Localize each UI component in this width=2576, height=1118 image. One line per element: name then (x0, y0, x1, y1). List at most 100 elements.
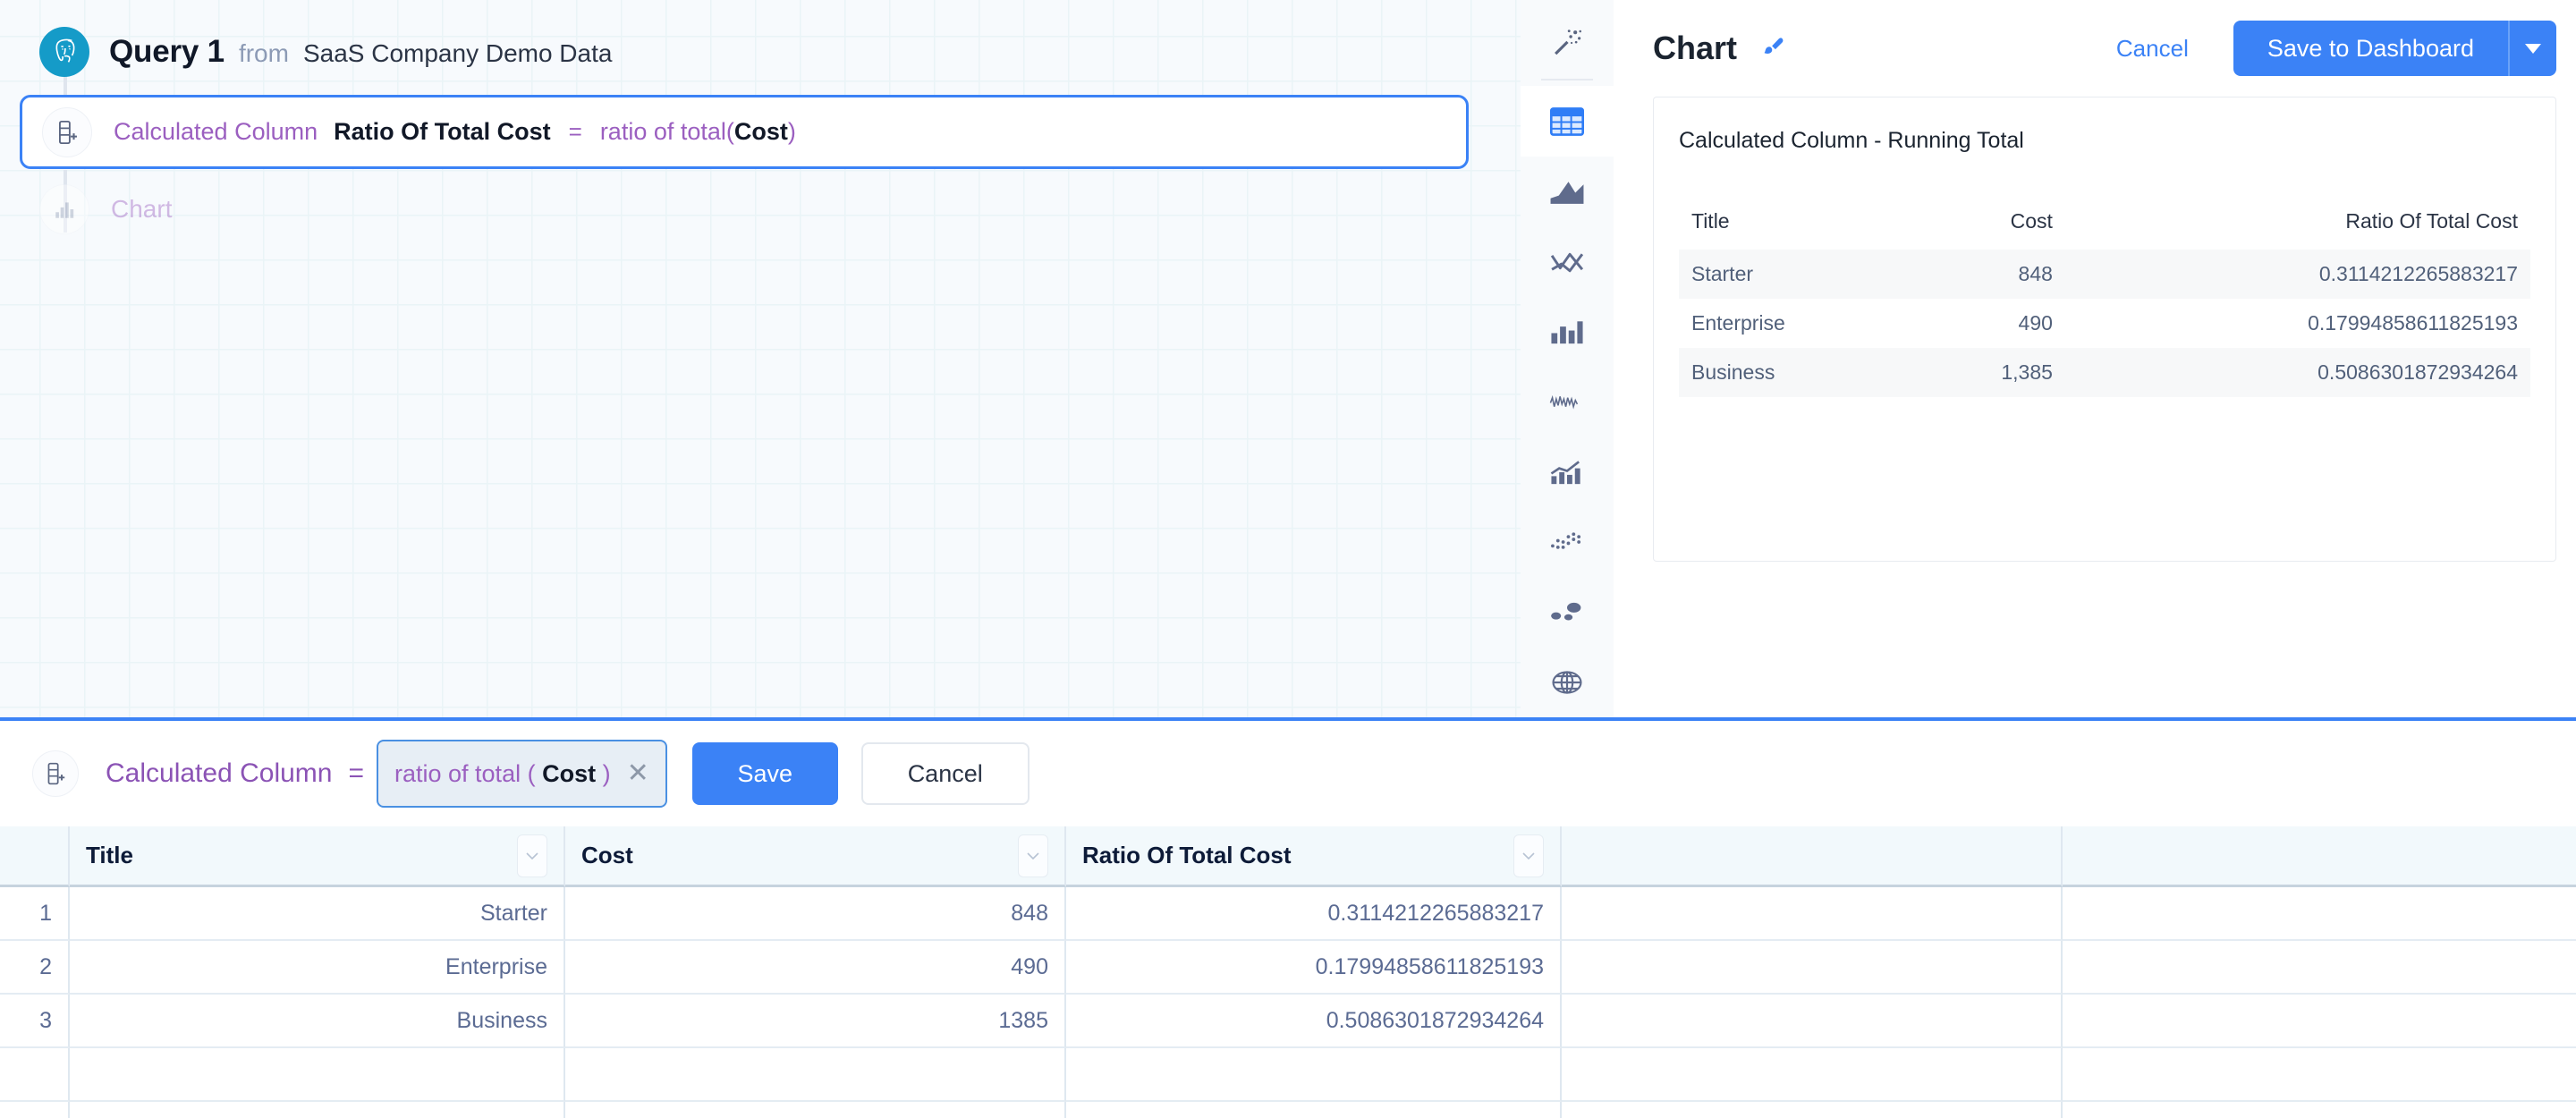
chart-card-title: Calculated Column - Running Total (1679, 128, 2024, 153)
save-button[interactable]: Save (691, 742, 838, 805)
chart-panel-header: Chart Cancel Save to Dashboard (1614, 0, 2576, 97)
close-icon[interactable]: ✕ (627, 760, 649, 787)
cc-formula-suffix: ) (787, 118, 796, 145)
viz-line-chart-icon[interactable] (1521, 226, 1614, 296)
column-header-title[interactable]: Title (70, 826, 565, 887)
viz-bubble-chart-icon[interactable] (1521, 577, 1614, 647)
chart-table-cell: Enterprise (1691, 311, 1785, 335)
table-cell-cost[interactable]: 848 (565, 887, 1066, 941)
table-header-row: Title Cost Ratio Of Total Cost (1679, 200, 2530, 250)
table-cell-ratio[interactable]: 0.3114212265883217 (1066, 887, 1562, 941)
chart-preview-card: Calculated Column - Running Total Title C… (1653, 97, 2556, 562)
calculated-column-node[interactable]: Calculated Column Ratio Of Total Cost = … (20, 95, 1469, 169)
chart-table-cell: Business (1679, 348, 1914, 397)
query-title: Query 1 (109, 34, 225, 69)
chart-table-cell: 0.17994858611825193 (2308, 311, 2518, 335)
table-cell-title[interactable]: Business (70, 995, 565, 1048)
chart-table-cell: 1,385 (1913, 348, 2065, 397)
rail-divider (1541, 79, 1593, 81)
column-menu-chevron-down-icon[interactable] (1018, 834, 1048, 877)
formula-prefix: ratio of total ( (394, 759, 543, 787)
cc-formula-prefix: ratio of total( (599, 118, 734, 145)
table-row[interactable] (0, 1102, 2576, 1118)
table-cell-e2[interactable] (2063, 941, 2576, 995)
table-cell-cost[interactable]: 490 (565, 941, 1066, 995)
column-menu-chevron-down-icon[interactable] (1513, 834, 1544, 877)
chart-panel-main: Chart Cancel Save to Dashboard Calculate… (1614, 0, 2576, 717)
row-index-cell (0, 1048, 70, 1102)
column-menu-chevron-down-icon[interactable] (517, 834, 547, 877)
table-cell-e1[interactable] (1562, 941, 2063, 995)
results-data-grid[interactable]: Title Cost Ratio Of Total Cost 1 Starter 848… (0, 826, 2576, 1118)
viz-table-icon[interactable] (1521, 86, 1614, 157)
cancel-button[interactable]: Cancel (860, 742, 1030, 805)
table-cell-cost[interactable] (565, 1048, 1066, 1102)
chart-table-cell: Starter (1679, 250, 1914, 299)
table-cell-title[interactable] (70, 1102, 565, 1118)
table-cell-e1[interactable] (1562, 887, 2063, 941)
table-cell-ratio[interactable] (1066, 1102, 1562, 1118)
editor-label: Calculated Column (106, 758, 333, 788)
chevron-down-glyph (2525, 43, 2541, 54)
chart-table-header-cell: Title (1691, 209, 1730, 233)
column-header-ratio-of-total-cost[interactable]: Ratio Of Total Cost (1066, 826, 1562, 887)
query-node[interactable]: Query 1 from SaaS Company Demo Data (39, 27, 612, 77)
row-index-cell: 1 (0, 887, 70, 941)
calculated-column-editor-bar: Calculated Column = ratio of total ( Cos… (0, 721, 2576, 826)
table-cell-e1[interactable] (1562, 1048, 2063, 1102)
table-cell-ratio[interactable]: 0.5086301872934264 (1066, 995, 1562, 1048)
viz-combo-chart-icon[interactable] (1521, 436, 1614, 506)
page-title: Chart (1653, 30, 1738, 66)
formula-pill[interactable]: ratio of total ( Cost ) ✕ (377, 740, 667, 808)
bar-chart-icon (39, 184, 89, 234)
table-cell-ratio[interactable]: 0.17994858611825193 (1066, 941, 1562, 995)
table-cell-title[interactable]: Enterprise (70, 941, 565, 995)
table-row[interactable]: 1 Starter 848 0.3114212265883217 (0, 887, 2576, 941)
table-cell-e1[interactable] (1562, 1102, 2063, 1118)
column-header-empty-3[interactable] (1562, 826, 2063, 887)
viz-sparkline-chart-icon[interactable] (1521, 367, 1614, 436)
cc-column-name: Ratio Of Total Cost (334, 118, 551, 145)
table-cell-cost[interactable] (565, 1102, 1066, 1118)
query-datasource: SaaS Company Demo Data (302, 39, 613, 67)
chart-table-header-cell: Ratio Of Total Cost (2345, 209, 2518, 233)
table-cell-title[interactable] (70, 1048, 565, 1102)
table-row[interactable] (0, 1048, 2576, 1102)
column-header-label: Ratio Of Total Cost (1082, 842, 1292, 868)
chart-table-cell: 848 (1913, 250, 2065, 299)
cancel-button[interactable]: Cancel (2104, 28, 2201, 70)
viz-bar-chart-icon[interactable] (1521, 297, 1614, 367)
flow-canvas[interactable]: Query 1 from SaaS Company Demo Data Calc… (0, 0, 1521, 717)
cc-equals: = (568, 118, 582, 145)
viz-dot-plot-icon[interactable] (1521, 507, 1614, 577)
column-header-empty-4[interactable] (2063, 826, 2576, 887)
table-cell-cost[interactable]: 1385 (565, 995, 1066, 1048)
table-row[interactable]: 3 Business 1385 0.5086301872934264 (0, 995, 2576, 1048)
cc-formula-arg: Cost (733, 118, 788, 145)
chart-table-header-cell: Cost (2010, 209, 2053, 233)
save-to-dashboard-button[interactable]: Save to Dashboard (2233, 21, 2508, 76)
viz-globe-icon[interactable] (1521, 648, 1614, 717)
postgresql-icon (39, 27, 89, 77)
table-cell-e2[interactable] (2063, 995, 2576, 1048)
row-index-header (0, 826, 70, 887)
save-options-chevron-down-icon[interactable] (2508, 21, 2556, 76)
table-cell-title[interactable]: Starter (70, 887, 565, 941)
table-cell-e2[interactable] (2063, 887, 2576, 941)
column-header-cost[interactable]: Cost (565, 826, 1066, 887)
table-cell-e1[interactable] (1562, 995, 2063, 1048)
table-row[interactable]: 2 Enterprise 490 0.17994858611825193 (0, 941, 2576, 995)
table-cell-e2[interactable] (2063, 1048, 2576, 1102)
viz-area-chart-icon[interactable] (1521, 157, 1614, 226)
paint-brush-icon[interactable] (1760, 35, 1787, 62)
table-cell-ratio[interactable] (1066, 1048, 1562, 1102)
cc-formula: ratio of total(Cost) (600, 118, 796, 146)
viz-magic-wand-icon[interactable] (1521, 7, 1614, 77)
chart-node[interactable]: Chart (39, 184, 172, 234)
chart-table-cell: 490 (2018, 311, 2053, 335)
chart-table-row: Business 1,385 0.5086301872934264 (1679, 348, 2530, 397)
table-cell-e2[interactable] (2063, 1102, 2576, 1118)
data-grid-body: 1 Starter 848 0.3114212265883217 2 Enterprise… (0, 887, 2576, 1118)
formula-text: ratio of total ( Cost ) (394, 760, 611, 788)
add-column-icon (32, 750, 79, 797)
